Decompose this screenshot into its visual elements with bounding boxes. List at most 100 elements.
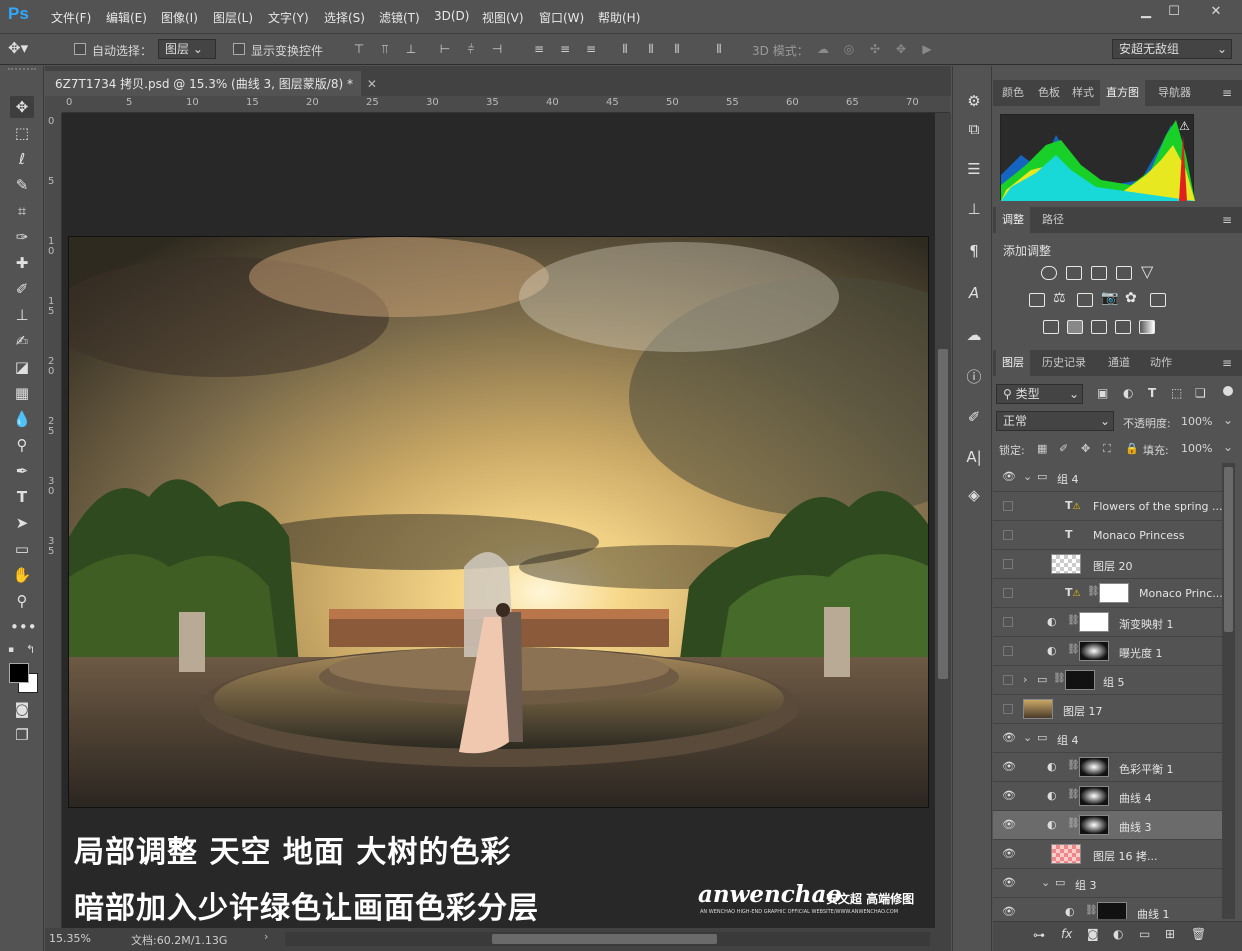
foreground-color-swatch[interactable] <box>9 663 29 683</box>
new-group-icon[interactable]: ▭ <box>1139 927 1150 941</box>
menu-item[interactable]: 视图(V) <box>482 9 524 26</box>
3d-panel-icon[interactable]: ⚙ <box>963 90 985 112</box>
gradient-map-icon[interactable] <box>1139 320 1155 334</box>
layer-row[interactable]: 👁 ◐ ⛓ 色彩平衡 1 <box>993 753 1222 782</box>
workspace-dropdown[interactable]: 安超无敌组 ⌄ <box>1112 39 1232 59</box>
panel-tab[interactable]: 导航器 <box>1152 80 1197 106</box>
expand-arrow-icon[interactable]: ⌄ <box>1023 731 1032 744</box>
zoom-level[interactable]: 15.35% <box>49 932 91 945</box>
move-tool-icon[interactable]: ✥▾ <box>8 39 38 59</box>
3d-materials-panel-icon[interactable]: ◈ <box>963 484 985 506</box>
filter-shape-icon[interactable]: ⬚ <box>1171 386 1182 400</box>
layers-scrollbar-thumb[interactable] <box>1224 467 1233 632</box>
color-balance-icon[interactable]: ⚖ <box>1053 290 1066 306</box>
lock-position-icon[interactable]: ✥ <box>1081 442 1090 455</box>
distribute-vcenter-icon[interactable]: ≡ <box>558 42 572 56</box>
eye-icon[interactable]: 👁 <box>1002 906 1016 918</box>
new-adjustment-icon[interactable]: ◐ <box>1113 927 1123 941</box>
align-vcenter-icon[interactable]: ⫪ <box>378 42 392 56</box>
lock-pixels-icon[interactable]: ✐ <box>1059 442 1068 455</box>
layer-mask-thumbnail[interactable] <box>1097 902 1127 919</box>
pen-tool-icon[interactable]: ✒ <box>10 460 34 482</box>
selective-color-icon[interactable] <box>1115 320 1131 334</box>
menu-item[interactable]: 3D(D) <box>434 9 469 23</box>
layer-name[interactable]: 组 3 <box>1075 877 1097 893</box>
clone-source-panel-icon[interactable]: ⊥ <box>963 198 985 220</box>
distribute-bottom-icon[interactable]: ≡ <box>584 42 598 56</box>
panel-tab[interactable]: 路径 <box>1036 207 1070 233</box>
type-tool-icon[interactable]: T <box>10 486 34 508</box>
canvas-horizontal-scrollbar[interactable] <box>285 932 930 946</box>
eye-icon[interactable]: 👁 <box>1002 877 1016 889</box>
photo-filter-icon[interactable]: 📷 <box>1101 290 1118 306</box>
visibility-toggle[interactable] <box>1003 501 1013 511</box>
layer-name[interactable]: 组 4 <box>1057 732 1079 748</box>
scrollbar-thumb[interactable] <box>938 349 948 679</box>
layer-name[interactable]: 曲线 3 <box>1119 819 1152 835</box>
layer-name[interactable]: 曲线 1 <box>1137 906 1170 919</box>
panel-tab[interactable]: 样式 <box>1066 80 1100 106</box>
layer-mask-thumbnail[interactable] <box>1079 757 1109 777</box>
roll-3d-icon[interactable]: ◎ <box>842 42 856 56</box>
menu-item[interactable]: 图层(L) <box>213 9 253 26</box>
layer-row[interactable]: 👁 ⌄ ▭ 组 4 <box>993 463 1222 492</box>
visibility-toggle[interactable] <box>1003 588 1013 598</box>
vibrance-icon[interactable]: ▽ <box>1141 262 1153 281</box>
hand-tool-icon[interactable]: ✋ <box>10 564 34 586</box>
curves-icon[interactable] <box>1091 266 1107 280</box>
layer-row[interactable]: 👁 ⌄ ▭ 组 3 <box>993 869 1222 898</box>
eye-icon[interactable]: 👁 <box>1002 848 1016 860</box>
fill-value[interactable]: 100% <box>1181 442 1212 455</box>
color-lookup-icon[interactable] <box>1150 293 1166 307</box>
visibility-toggle[interactable] <box>1003 675 1013 685</box>
layer-mask-thumbnail[interactable] <box>1079 612 1109 632</box>
horizontal-scrollbar-thumb[interactable] <box>492 934 717 944</box>
path-select-tool-icon[interactable]: ➤ <box>10 512 34 534</box>
layer-row[interactable]: ◐ ⛓ 渐变映射 1 <box>993 608 1222 637</box>
quick-select-tool-icon[interactable]: ✎ <box>10 174 34 196</box>
auto-align-icon[interactable]: ⫴ <box>712 42 726 56</box>
layer-name[interactable]: Monaco Princ... <box>1139 587 1222 600</box>
show-transform-checkbox[interactable] <box>233 43 245 55</box>
delete-layer-icon[interactable]: 🗑 <box>1191 927 1206 941</box>
menu-item[interactable]: 帮助(H) <box>598 9 640 26</box>
wedding-photo[interactable] <box>68 236 929 808</box>
paragraph-panel-icon[interactable]: ¶ <box>963 240 985 262</box>
visibility-toggle[interactable] <box>1003 559 1013 569</box>
menu-item[interactable]: 文字(Y) <box>268 9 309 26</box>
layer-name[interactable]: 图层 16 拷... <box>1093 848 1157 864</box>
add-mask-icon[interactable]: ◙ <box>1087 927 1099 941</box>
menu-item[interactable]: 图像(I) <box>161 9 198 26</box>
new-layer-icon[interactable]: ⊞ <box>1165 927 1175 941</box>
warning-icon[interactable]: ⚠ <box>1179 119 1190 133</box>
opacity-dropdown-icon[interactable]: ⌄ <box>1223 413 1233 427</box>
layer-name[interactable]: 图层 17 <box>1063 703 1103 719</box>
layer-name[interactable]: 组 4 <box>1057 471 1079 487</box>
layer-row[interactable]: T⚠ Flowers of the spring ... <box>993 492 1222 521</box>
layer-row[interactable]: ◐ ⛓ 曝光度 1 <box>993 637 1222 666</box>
distribute-right-icon[interactable]: ⦀ <box>670 42 684 56</box>
panel-tab[interactable]: 图层 <box>996 350 1030 376</box>
menu-item[interactable]: 选择(S) <box>324 9 365 26</box>
blur-tool-icon[interactable]: 💧 <box>10 408 34 430</box>
panel-tab[interactable]: 调整 <box>996 207 1030 233</box>
tab-close-icon[interactable]: ✕ <box>367 77 377 91</box>
layer-mask-thumbnail[interactable] <box>1099 583 1129 603</box>
brightness-icon[interactable] <box>1041 266 1057 280</box>
toolbar-grip[interactable] <box>8 68 36 74</box>
layer-thumbnail[interactable] <box>1023 699 1053 719</box>
panel-tab[interactable]: 通道 <box>1102 350 1136 376</box>
layer-style-icon[interactable]: fx <box>1061 927 1072 941</box>
info-panel-icon[interactable]: ⓘ <box>963 366 985 388</box>
panel-tab[interactable]: 色板 <box>1032 80 1066 106</box>
status-menu-arrow-icon[interactable]: › <box>264 930 268 943</box>
panel-tab[interactable]: 历史记录 <box>1036 350 1092 376</box>
layer-row[interactable]: 图层 20 <box>993 550 1222 579</box>
layer-thumbnail[interactable] <box>1051 844 1081 864</box>
layer-row[interactable]: 👁 ◐ ⛓ 曲线 1 <box>993 898 1222 919</box>
move-tool-icon[interactable]: ✥ <box>10 96 34 118</box>
marquee-tool-icon[interactable]: ⬚ <box>10 122 34 144</box>
lock-transparent-icon[interactable]: ▦ <box>1037 442 1047 455</box>
vertical-ruler[interactable]: 0 5 10 15 20 25 30 35 <box>45 113 62 928</box>
screen-mode-icon[interactable]: ❐ <box>10 724 34 746</box>
